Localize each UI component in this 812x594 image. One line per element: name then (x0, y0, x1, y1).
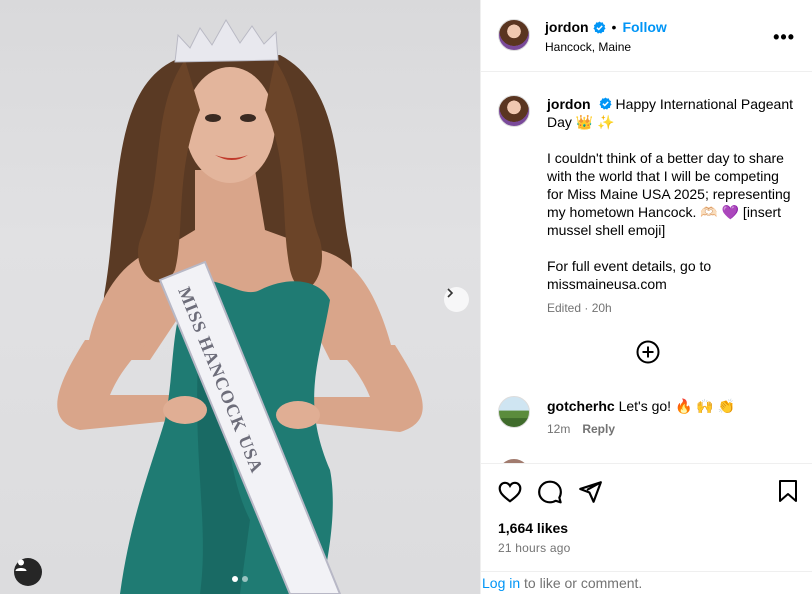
post-photo[interactable]: MISS HANCOCK USA (0, 0, 480, 594)
comment-time: 12m (547, 422, 571, 436)
caption-author-avatar[interactable] (498, 95, 530, 127)
comment-meta: 12m Reply (547, 422, 615, 436)
verified-badge-icon (593, 20, 606, 34)
more-options-icon: ••• (773, 27, 795, 47)
post-time[interactable]: 21 hours ago (498, 541, 570, 555)
verified-badge-icon (599, 97, 612, 110)
carousel-next-button[interactable] (444, 287, 469, 312)
login-link[interactable]: Log in (482, 575, 520, 591)
more-options-button[interactable]: ••• (773, 27, 795, 48)
header-separator: • (611, 19, 617, 35)
comment-bubble-icon (538, 480, 562, 504)
author-avatar[interactable] (498, 19, 530, 51)
carousel-dot-active (232, 576, 238, 582)
caption-edited-time: Edited · 20h (547, 301, 612, 315)
comment-text: Let's go! 🔥 🙌 👏 (618, 398, 736, 414)
post-header: jordon • Follow Hancock, Maine ••• (481, 0, 812, 72)
commenter-username[interactable]: gotcherhc (547, 398, 615, 414)
like-button[interactable] (497, 479, 523, 505)
follow-button[interactable]: Follow (622, 19, 666, 35)
heart-icon (498, 481, 522, 503)
view-more-comments-button[interactable] (636, 340, 660, 369)
caption-username[interactable]: jordon (547, 96, 591, 112)
post-panel: jordon • Follow Hancock, Maine ••• jordo… (480, 0, 812, 594)
author-username[interactable]: jordon (545, 19, 589, 35)
caption-paragraph-3: For full event details, go to missmaineu… (547, 258, 712, 292)
post-location[interactable]: Hancock, Maine (545, 40, 631, 54)
plus-circle-icon (636, 340, 660, 364)
carousel-indicator (232, 576, 248, 582)
login-prompt-text: to like or comment. (520, 575, 643, 591)
photo-illustration: MISS HANCOCK USA (57, 19, 423, 594)
comment-item: gotcherhc Let's go! 🔥 🙌 👏 (547, 397, 799, 415)
like-count[interactable]: 1,664 likes (498, 520, 568, 536)
action-icons (497, 479, 603, 505)
login-prompt: Log in to like or comment. (481, 571, 812, 594)
paper-plane-icon (579, 481, 602, 503)
user-tag-icon (15, 559, 27, 571)
tagged-users-button[interactable] (14, 558, 42, 586)
action-bar: 1,664 likes 21 hours ago (481, 463, 812, 571)
share-button[interactable] (577, 479, 603, 505)
comment-button[interactable] (537, 479, 563, 505)
post-caption: jordon Happy International Pageant Day 👑… (547, 95, 799, 317)
commenter-avatar[interactable] (498, 396, 530, 428)
reply-button[interactable]: Reply (582, 422, 615, 436)
save-button[interactable] (777, 479, 799, 503)
chevron-right-icon (447, 288, 454, 298)
carousel-dot (242, 576, 248, 582)
caption-paragraph-2: I couldn't think of a better day to shar… (547, 150, 791, 238)
bookmark-icon (779, 480, 797, 502)
comments-area[interactable]: jordon Happy International Pageant Day 👑… (481, 73, 812, 463)
author-name-row: jordon • Follow (545, 19, 667, 35)
